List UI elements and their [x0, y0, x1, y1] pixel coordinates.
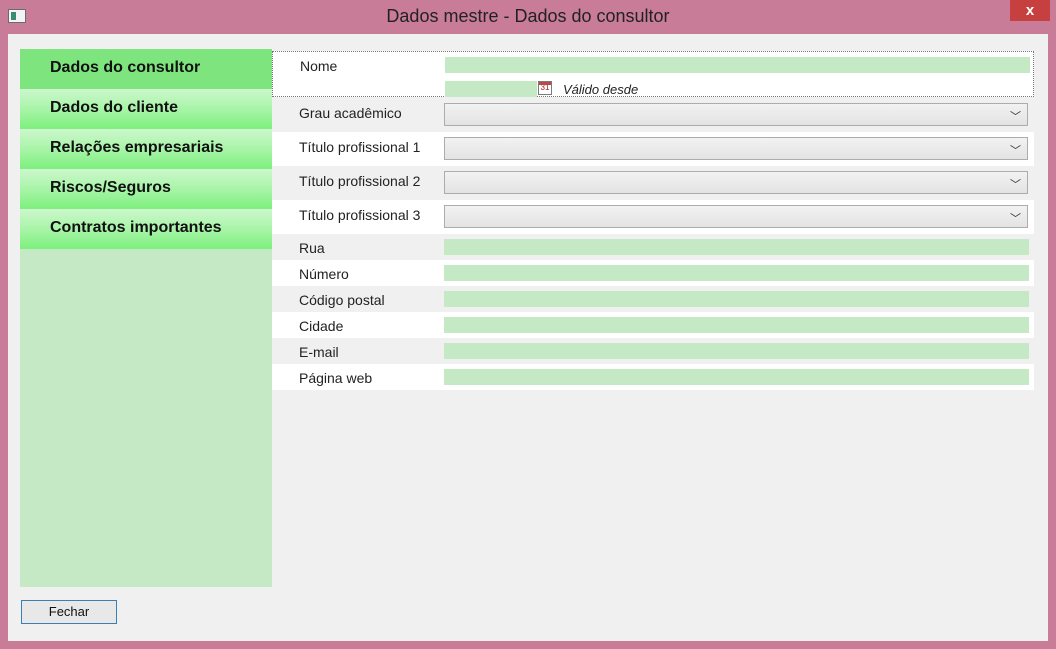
rua-input[interactable] — [444, 239, 1029, 255]
numero-row: Número — [272, 260, 1034, 286]
cidade-label: Cidade — [299, 318, 344, 334]
grau-row: Grau acadêmico ﹀ — [272, 98, 1034, 132]
nome-label: Nome — [300, 58, 338, 74]
valido-desde-label: Válido desde — [563, 82, 639, 97]
nav-item-dados-consultor[interactable]: Dados do consultor — [20, 49, 272, 89]
pagina-web-label: Página web — [299, 370, 373, 386]
calendar-icon[interactable]: 31 — [538, 81, 552, 95]
nome-input[interactable] — [445, 57, 1030, 73]
title-bar: Dados mestre - Dados do consultor x — [0, 0, 1056, 34]
chevron-down-icon: ﹀ — [1010, 179, 1021, 191]
grau-label: Grau acadêmico — [299, 105, 402, 121]
titulo1-label: Título profissional 1 — [299, 139, 421, 155]
sidebar-nav: Dados do consultor Dados do cliente Rela… — [20, 49, 272, 587]
codigo-postal-label: Código postal — [299, 292, 385, 308]
close-button[interactable]: x — [1010, 0, 1050, 21]
dialog-body: Dados do consultor Dados do cliente Rela… — [8, 34, 1048, 641]
nav-item-riscos-seguros[interactable]: Riscos/Seguros — [20, 169, 272, 209]
pagina-web-row: Página web — [272, 364, 1034, 390]
rua-row: Rua — [272, 234, 1034, 260]
email-label: E-mail — [299, 344, 339, 360]
valido-desde-input[interactable] — [445, 81, 537, 97]
codigo-postal-row: Código postal — [272, 286, 1034, 312]
titulo1-row: Título profissional 1 ﹀ — [272, 132, 1034, 166]
numero-label: Número — [299, 266, 349, 282]
chevron-down-icon: ﹀ — [1010, 111, 1021, 123]
grau-academico-select[interactable]: ﹀ — [444, 103, 1028, 126]
titulo-profissional-3-select[interactable]: ﹀ — [444, 205, 1028, 228]
titulo3-row: Título profissional 3 ﹀ — [272, 200, 1034, 234]
email-input[interactable] — [444, 343, 1029, 359]
titulo2-row: Título profissional 2 ﹀ — [272, 166, 1034, 200]
chevron-down-icon: ﹀ — [1010, 213, 1021, 225]
titulo3-label: Título profissional 3 — [299, 207, 421, 223]
titulo2-label: Título profissional 2 — [299, 173, 421, 189]
codigo-postal-input[interactable] — [444, 291, 1029, 307]
fechar-button[interactable]: Fechar — [21, 600, 117, 624]
pagina-web-input[interactable] — [444, 369, 1029, 385]
cidade-row: Cidade — [272, 312, 1034, 338]
nav-item-relacoes-empresariais[interactable]: Relações empresariais — [20, 129, 272, 169]
window-title: Dados mestre - Dados do consultor — [386, 6, 670, 26]
titulo-profissional-2-select[interactable]: ﹀ — [444, 171, 1028, 194]
numero-input[interactable] — [444, 265, 1029, 281]
nome-row: Nome 31 Válido desde — [272, 51, 1034, 97]
cidade-input[interactable] — [444, 317, 1029, 333]
titulo-profissional-1-select[interactable]: ﹀ — [444, 137, 1028, 160]
rua-label: Rua — [299, 240, 325, 256]
nav-item-dados-cliente[interactable]: Dados do cliente — [20, 89, 272, 129]
nav-item-contratos-importantes[interactable]: Contratos importantes — [20, 209, 272, 249]
chevron-down-icon: ﹀ — [1010, 145, 1021, 157]
email-row: E-mail — [272, 338, 1034, 364]
